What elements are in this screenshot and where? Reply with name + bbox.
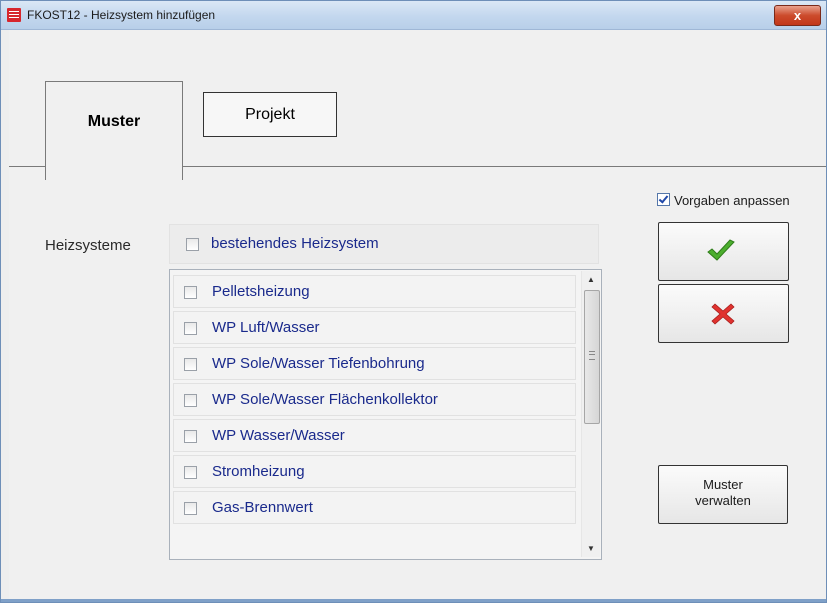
- vorgaben-anpassen-checkbox[interactable]: Vorgaben anpassen: [657, 193, 790, 208]
- existing-system-row[interactable]: bestehendes Heizsystem: [169, 224, 599, 264]
- tab-muster-label: Muster: [87, 113, 141, 130]
- list-item-label: WP Sole/Wasser Tiefenbohrung: [212, 355, 425, 372]
- grip-icon: [589, 351, 595, 360]
- existing-system-checkbox[interactable]: [186, 238, 199, 251]
- list-item-label: Gas-Brennwert: [212, 499, 313, 516]
- checked-checkbox-icon[interactable]: [657, 193, 670, 206]
- tab-muster[interactable]: Muster: [45, 81, 183, 180]
- heizsysteme-label: Heizsysteme: [45, 237, 131, 254]
- tab-projekt-label: Projekt: [245, 106, 295, 123]
- scroll-up-arrow-icon[interactable]: ▲: [582, 271, 600, 288]
- title-bar: FKOST12 - Heizsystem hinzufügen x: [1, 1, 826, 30]
- list-item[interactable]: WP Luft/Wasser: [173, 311, 576, 344]
- list-item-checkbox[interactable]: [184, 322, 197, 335]
- list-scrollbar[interactable]: ▲ ▼: [581, 271, 600, 557]
- list-item[interactable]: WP Wasser/Wasser: [173, 419, 576, 452]
- tab-projekt[interactable]: Projekt: [203, 92, 337, 137]
- muster-verwalten-button[interactable]: Muster verwalten: [658, 465, 788, 524]
- list-item-checkbox[interactable]: [184, 502, 197, 515]
- heating-system-list[interactable]: Pelletsheizung WP Luft/Wasser WP Sole/Wa…: [169, 269, 602, 560]
- list-item-checkbox[interactable]: [184, 394, 197, 407]
- existing-system-label: bestehendes Heizsystem: [211, 235, 379, 252]
- close-button[interactable]: x: [774, 5, 821, 26]
- close-icon: x: [793, 8, 802, 23]
- list-item-checkbox[interactable]: [184, 286, 197, 299]
- ok-button[interactable]: [658, 222, 789, 281]
- list-item-label: WP Wasser/Wasser: [212, 427, 345, 444]
- list-item[interactable]: Pelletsheizung: [173, 275, 576, 308]
- cancel-button[interactable]: [658, 284, 789, 343]
- muster-verwalten-line2: verwalten: [695, 493, 751, 508]
- list-item[interactable]: Stromheizung: [173, 455, 576, 488]
- list-item-checkbox[interactable]: [184, 358, 197, 371]
- list-item-label: WP Sole/Wasser Flächenkollektor: [212, 391, 438, 408]
- vorgaben-label: Vorgaben anpassen: [674, 193, 790, 208]
- app-icon: [7, 8, 21, 22]
- list-item[interactable]: WP Sole/Wasser Flächenkollektor: [173, 383, 576, 416]
- list-item-checkbox[interactable]: [184, 466, 197, 479]
- scrollbar-thumb[interactable]: [584, 290, 600, 424]
- x-icon: [711, 303, 735, 325]
- window-title: FKOST12 - Heizsystem hinzufügen: [27, 8, 216, 22]
- scroll-down-arrow-icon[interactable]: ▼: [582, 540, 600, 557]
- check-icon: [707, 239, 735, 261]
- list-item-checkbox[interactable]: [184, 430, 197, 443]
- list-item-label: Stromheizung: [212, 463, 305, 480]
- window-bottom-border: [1, 599, 826, 602]
- list-item-label: Pelletsheizung: [212, 283, 310, 300]
- list-item[interactable]: WP Sole/Wasser Tiefenbohrung: [173, 347, 576, 380]
- dialog-window: FKOST12 - Heizsystem hinzufügen x Muster…: [0, 0, 827, 603]
- client-area: Muster Projekt Vorgaben anpassen Heizsys…: [9, 30, 826, 602]
- list-item-label: WP Luft/Wasser: [212, 319, 320, 336]
- list-item[interactable]: Gas-Brennwert: [173, 491, 576, 524]
- muster-verwalten-line1: Muster: [703, 477, 743, 492]
